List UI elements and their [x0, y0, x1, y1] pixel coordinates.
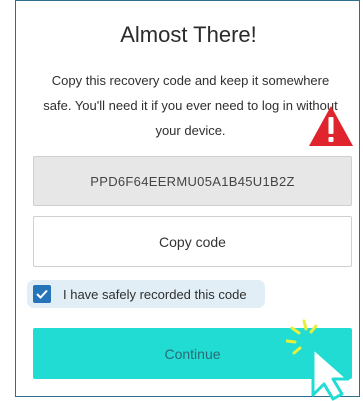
warning-triangle-icon — [309, 106, 353, 146]
recorded-confirmation-label: I have safely recorded this code — [63, 286, 247, 302]
recorded-confirmation-checkbox-row[interactable]: I have safely recorded this code — [27, 280, 265, 308]
recovery-code-box[interactable]: PPD6F64EERMU05A1B45U1B2Z — [33, 156, 352, 206]
copy-code-button[interactable]: Copy code — [33, 216, 352, 267]
recovery-code-dialog: Almost There! Copy this recovery code an… — [15, 0, 360, 397]
recovery-code-text: PPD6F64EERMU05A1B45U1B2Z — [90, 173, 295, 189]
checkmark-icon — [36, 289, 48, 299]
recorded-confirmation-checkbox[interactable] — [33, 285, 51, 303]
dialog-description: Copy this recovery code and keep it some… — [43, 73, 338, 138]
dialog-title: Almost There! — [120, 22, 257, 47]
continue-button[interactable]: Continue — [33, 328, 352, 379]
